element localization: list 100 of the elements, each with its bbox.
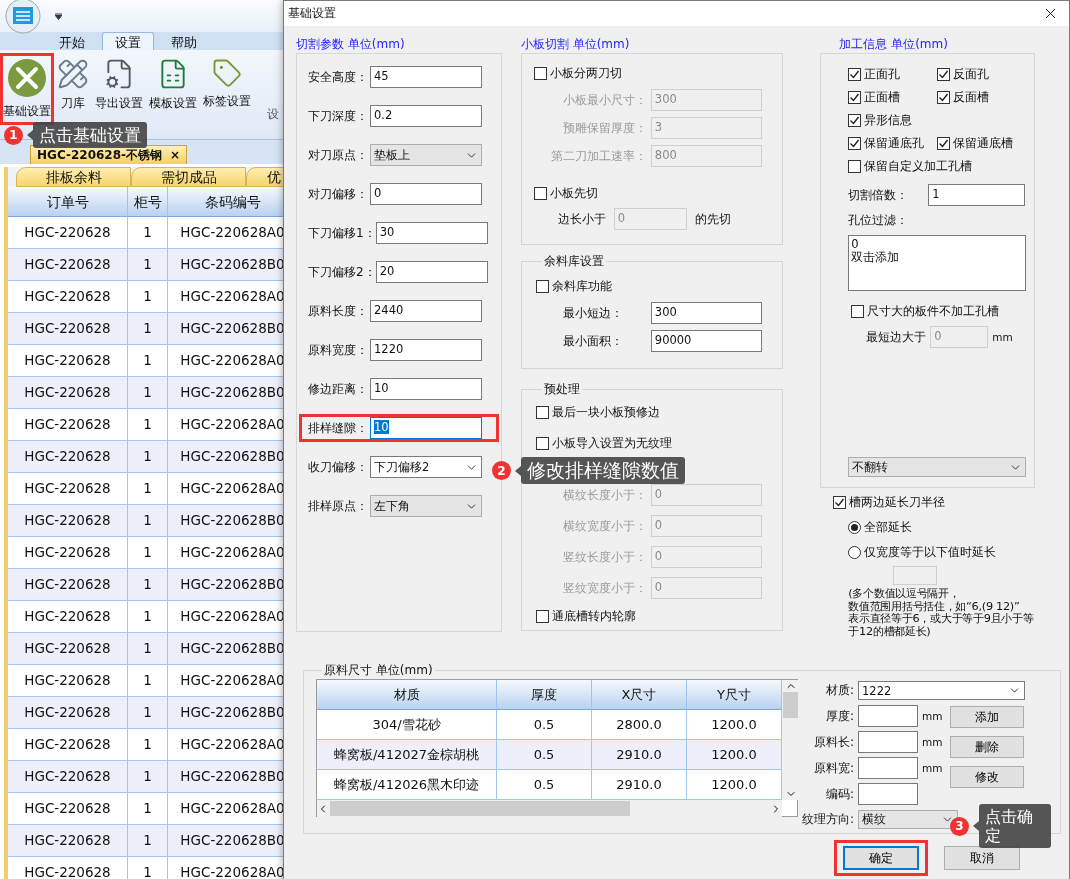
table-cell: HGC-220628 xyxy=(8,313,128,345)
column-header: Y尺寸 xyxy=(687,680,782,710)
checkbox[interactable]: 反面孔 xyxy=(937,66,990,83)
table-cell: 1 xyxy=(128,697,168,729)
checkbox[interactable]: 正面槽 xyxy=(848,89,901,106)
input-field[interactable]: 1220 xyxy=(370,339,482,361)
input-field[interactable]: 2440 xyxy=(370,300,482,322)
input-field[interactable] xyxy=(858,731,918,753)
checkbox[interactable]: 异形信息 xyxy=(848,112,913,129)
ribbon-tab[interactable]: 设置 xyxy=(102,32,154,50)
sub-tab[interactable]: 排板余料 xyxy=(16,167,131,187)
table-cell: HGC-220628 xyxy=(8,537,128,569)
vertical-scrollbar[interactable] xyxy=(782,680,799,800)
field-label: 修边距离： xyxy=(308,380,369,398)
ribbon-button[interactable]: 模板设置 xyxy=(149,56,197,114)
checkbox[interactable]: 正面孔 xyxy=(848,66,901,83)
table-cell: HGC-220628 xyxy=(8,601,128,633)
check-mark-icon xyxy=(938,92,950,103)
form-button[interactable]: 删除 xyxy=(950,736,1025,758)
ribbon-group-label: 设 xyxy=(267,106,279,123)
close-tab-glyph[interactable]: × xyxy=(170,148,181,162)
input-field[interactable]: 10 xyxy=(370,417,482,439)
app-logo-icon[interactable] xyxy=(5,0,41,34)
table-cell: 1 xyxy=(128,313,168,345)
field-label: 安全高度： xyxy=(308,68,369,86)
table-cell: HGC-220628 xyxy=(8,633,128,665)
checkbox[interactable]: 槽两边延长刀半径 xyxy=(833,494,946,511)
table-cell: 1 xyxy=(128,537,168,569)
check-mark-icon xyxy=(938,69,950,80)
field-label: 第二刀加工速率： xyxy=(549,147,647,165)
input-field[interactable]: 45 xyxy=(370,66,482,88)
column-header: 厚度 xyxy=(497,680,592,710)
input-field[interactable]: 20 xyxy=(375,261,488,283)
table-cell: 1 xyxy=(128,281,168,313)
checkbox[interactable]: 小板分两刀切 xyxy=(533,65,622,82)
dropdown[interactable]: 不翻转 xyxy=(848,457,1027,477)
dropdown-arrow-icon[interactable] xyxy=(55,12,62,20)
checkbox[interactable]: 小板导入设置为无纹理 xyxy=(535,435,672,452)
dropdown[interactable]: 左下角 xyxy=(370,495,482,517)
ribbon-button[interactable]: 导出设置 xyxy=(95,56,143,114)
input-field[interactable]: 0 xyxy=(370,183,482,205)
checkbox[interactable]: 保留通底槽 xyxy=(937,135,1014,152)
field-label: 原料宽: xyxy=(812,759,854,777)
ribbon-button[interactable]: 标签设置 xyxy=(203,56,251,112)
field-label: 切割倍数： xyxy=(848,186,910,204)
dropdown[interactable]: 下刀偏移2 xyxy=(370,456,482,478)
input-field[interactable]: 1 xyxy=(928,184,1026,206)
note-text: (多个数值以逗号隔开， 数值范围用括号括住，如“6,(9 12)” 表示直径等于6，或大于等于9且小于等 于12的槽都延长) xyxy=(848,588,1034,638)
checkbox[interactable]: 最后一块小板预修边 xyxy=(535,404,660,421)
table-cell: 304/雪花砂 xyxy=(317,710,497,740)
ribbon-button[interactable]: 刀库 xyxy=(57,56,89,114)
checkbox[interactable]: 尺寸大的板件不加工孔槽 xyxy=(851,303,1000,320)
checkbox[interactable]: 反面槽 xyxy=(937,89,990,106)
dropdown[interactable]: 垫板上 xyxy=(370,144,482,166)
field-label: 的先切 xyxy=(694,210,731,228)
input-field[interactable]: 30 xyxy=(375,222,488,244)
radio-button[interactable]: 仅宽度等于以下值时延长 xyxy=(848,544,997,561)
input-field[interactable] xyxy=(858,783,918,805)
horizontal-scrollbar[interactable] xyxy=(317,800,782,817)
dialog-button[interactable]: 取消 xyxy=(944,846,1020,870)
table-cell: 蜂窝板/412027金棕胡桃 xyxy=(317,740,497,770)
input-field[interactable]: 10 xyxy=(370,378,482,400)
form-button[interactable]: 添加 xyxy=(950,706,1025,728)
dropdown[interactable]: 1222 xyxy=(858,681,1025,700)
table-cell: HGC-220628 xyxy=(8,377,128,409)
field-label: 下刀偏移2： xyxy=(308,263,376,281)
table-cell: HGC-220628 xyxy=(8,505,128,537)
field-label: 横纹宽度小于： xyxy=(561,517,647,535)
ribbon-button[interactable]: 基础设置 xyxy=(3,56,51,122)
table-cell: 1 xyxy=(128,569,168,601)
input-field[interactable]: 90000 xyxy=(650,330,762,352)
form-button[interactable]: 修改 xyxy=(950,766,1025,788)
table-cell: HGC-220628 xyxy=(8,473,128,505)
checkbox[interactable]: 通底槽转内轮廓 xyxy=(535,608,636,625)
table-cell: 1 xyxy=(128,761,168,793)
text-area[interactable]: 0 双击添加 xyxy=(848,235,1027,291)
input-field[interactable] xyxy=(858,705,918,727)
table-cell: 0.5 xyxy=(497,740,592,770)
input-field[interactable]: 0.2 xyxy=(370,105,482,127)
table-cell: 1 xyxy=(128,345,168,377)
sub-tab[interactable]: 需切成品 xyxy=(131,167,246,187)
field-label: 预雕保留厚度： xyxy=(561,119,647,137)
radio-button[interactable]: 全部延长 xyxy=(848,519,913,536)
dialog-button[interactable]: 确定 xyxy=(843,846,919,870)
scrollbar-thumb[interactable] xyxy=(783,692,798,718)
checkbox[interactable]: 小板先切 xyxy=(533,185,598,202)
input-field[interactable]: 300 xyxy=(650,302,762,324)
checkbox[interactable]: 保留通底孔 xyxy=(848,135,925,152)
table-cell: 2910.0 xyxy=(592,770,687,800)
checkbox[interactable]: 保留自定义加工孔槽 xyxy=(848,158,973,175)
checkbox[interactable]: 余料库功能 xyxy=(535,278,612,295)
field-label: 下刀深度： xyxy=(308,107,369,125)
field-label: 最小面积： xyxy=(562,332,624,350)
table-cell: 1 xyxy=(128,601,168,633)
ribbon-tab[interactable]: 帮助 xyxy=(158,32,210,50)
group-title: 预处理 xyxy=(542,381,581,398)
input-field[interactable] xyxy=(858,757,918,779)
field-label: 竖纹宽度小于： xyxy=(561,579,647,597)
scrollbar-thumb[interactable] xyxy=(329,801,630,816)
ribbon-tab[interactable]: 开始 xyxy=(46,32,98,50)
